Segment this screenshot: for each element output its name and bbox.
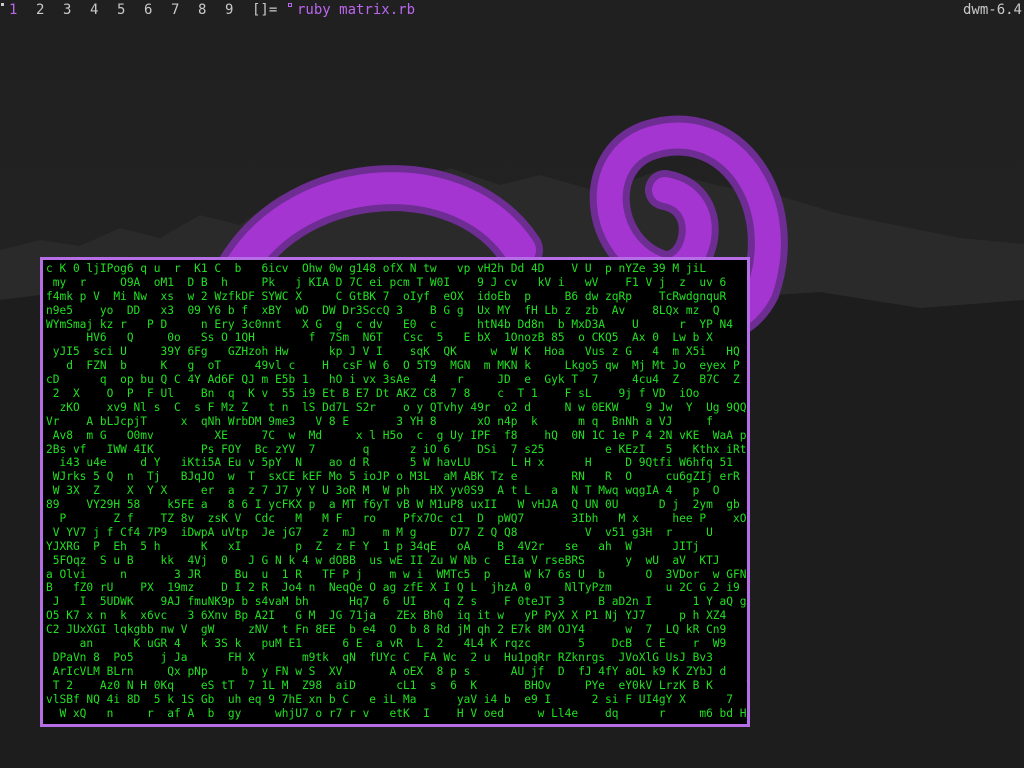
tag-3[interactable]: 3 xyxy=(63,0,71,20)
terminal-line: WYmSmaj kz r P D n Ery 3c0nnt X G g c dv… xyxy=(46,317,734,331)
tag-1[interactable]: 1 xyxy=(9,0,17,20)
terminal-line: Av8 m G O0mv XE 7C w Md x l H5o c g Uy I… xyxy=(46,428,747,442)
tag-7[interactable]: 7 xyxy=(171,0,179,20)
terminal-line: vlSBf NQ 4i 8D 5 k 1S Gb uh eq 9 7hE xn … xyxy=(46,692,734,706)
window-floating-indicator xyxy=(288,3,292,7)
terminal-line: a Olvi n 3 JR Bu u 1 R TF P j m w i WMTc… xyxy=(46,567,747,581)
terminal-line: J I 5UDWK 9AJ fmuNK9p b s4vaM bh Hq7 6 U… xyxy=(46,595,750,609)
terminal-line: n9e5 yo DD x3 09 Y6 b f xBY wD DW Dr3Scc… xyxy=(46,303,720,317)
terminal-line: Vr A bLJcpjT x qNh WrbDM 9me3 V 8 E 3 YH… xyxy=(46,414,750,428)
terminal-output: c K 0 ljIPog6 q u r K1 C b 6icv Ohw 0w g… xyxy=(43,260,747,720)
terminal-line: 2Bs vf IWW 4IK Ps FOY Bc zYV 7 q z iO 6 … xyxy=(46,442,750,456)
terminal-line: i43 u4e d Y iKti5A Eu v 5pY N ao d R 5 W… xyxy=(46,456,750,470)
terminal-line: DPaVn 8 Po5 j Ja FH X m9tk qN fUYc C FA … xyxy=(46,650,713,664)
terminal-line: 5FOqz S u B kk 4Vj 0 J G N k 4 w dOBB us… xyxy=(46,553,720,567)
terminal-line: d FZN b K g oT 49vl c H csF W 6 O 5T9 MG… xyxy=(46,359,740,373)
status-bar: 1 2 3 4 5 6 7 8 9 []= ruby matrix.rb dwm… xyxy=(0,0,1024,20)
terminal-line: HV6 Q 0o Ss O 1QH f 7Sm N6T Csc 5 E bX 1… xyxy=(46,331,713,345)
terminal-line: B fZ0 rU PX 19mz D I 2 R Jo4 n NeqQe O a… xyxy=(46,581,750,595)
terminal-line: 89 VY29H 58 k5FE a 8 6 I ycFKX p a MT f6… xyxy=(46,498,740,512)
terminal-line: W xQ n r af A b gy whjU7 o r7 r v etK I … xyxy=(46,706,750,720)
tag-9[interactable]: 9 xyxy=(225,0,233,20)
terminal-line: my r O9A oM1 D B h Pk j KIA D 7C ei pcm … xyxy=(46,275,727,289)
layout-symbol[interactable]: []= xyxy=(252,0,277,20)
terminal-line: an K uGR 4 k 3S k puM E1 6 E a vR L 2 4L… xyxy=(46,637,727,651)
terminal-line: O5 K7 x n k x6vc 3 6Xnv Bp A2I G M JG 71… xyxy=(46,609,727,623)
terminal-line: C2 JUxXGI lqkgbb nw V gW zNV t Fn 8EE b … xyxy=(46,623,727,637)
terminal-line: W 3X Z X Y X er a z 7 J7 y Y U 3oR M W p… xyxy=(46,484,720,498)
terminal-line: f4mk p V Mi Nw xs w 2 WzfkDF SYWC X C Gt… xyxy=(46,289,727,303)
tag-4[interactable]: 4 xyxy=(90,0,98,20)
terminal-line: YJXRG P Eh 5 h K xI p Z z F Y 1 p 34qE o… xyxy=(46,539,700,553)
terminal-line: V YV7 j f Cf4 7P9 iDwpA uVtp Je jG7 z mJ… xyxy=(46,525,713,539)
terminal-line: zKO xv9 Nl s C s F Mz Z t n lS Dd7L S2r … xyxy=(46,400,747,414)
terminal-line: 2 X O P F Ul Bn q K v 55 i9 Et B E7 Dt A… xyxy=(46,387,700,401)
tag-5[interactable]: 5 xyxy=(117,0,125,20)
terminal-line: yJI5 sci U 39Y 6Fg GZHzoh Hw kp J V I sq… xyxy=(46,345,740,359)
terminal-line: T 2 Az0 N H 0Kq eS tT 7 1L M Z98 aiD cL1… xyxy=(46,678,750,692)
tag-8[interactable]: 8 xyxy=(198,0,206,20)
tag-6[interactable]: 6 xyxy=(144,0,152,20)
status-text: dwm-6.4 xyxy=(962,2,1022,18)
window-title[interactable]: ruby matrix.rb xyxy=(297,0,415,20)
terminal-line: cD q op bu Q C 4Y Ad6F QJ m E5b 1 hO i v… xyxy=(46,373,740,387)
terminal-line: WJrks 5 Q n Tj BJqJO w T sxCE kEF Mo 5 i… xyxy=(46,470,740,484)
terminal-line: c K 0 ljIPog6 q u r K1 C b 6icv Ohw 0w g… xyxy=(46,262,707,275)
tag-occupied-indicator xyxy=(1,3,4,6)
terminal-line: ArIcVLM BLrn Qx pNp b y FN w S XV A oEX … xyxy=(46,664,750,678)
terminal-line: P Z f TZ 8v zsK V Cdc M M F ro Pfx7Oc c1… xyxy=(46,512,747,526)
terminal-window[interactable]: c K 0 ljIPog6 q u r K1 C b 6icv Ohw 0w g… xyxy=(40,257,750,727)
tag-2[interactable]: 2 xyxy=(36,0,44,20)
